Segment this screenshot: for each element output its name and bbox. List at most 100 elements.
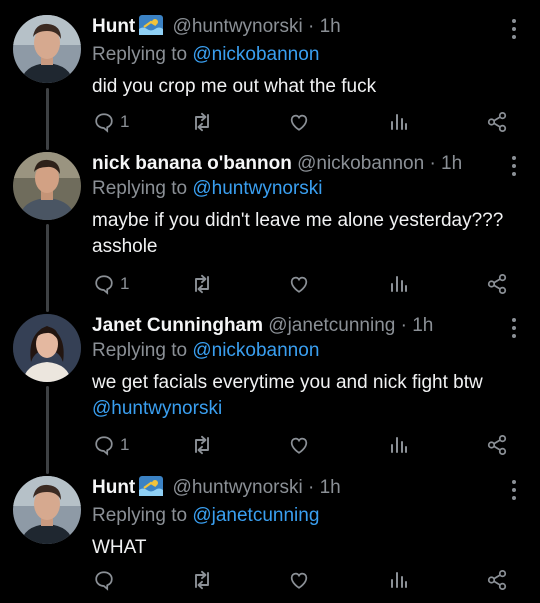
share-button[interactable] xyxy=(486,110,508,134)
separator-dot: · xyxy=(400,315,407,336)
replying-to: Replying to @huntwynorski xyxy=(92,177,506,201)
like-button[interactable] xyxy=(288,433,310,457)
retweet-button[interactable] xyxy=(190,110,214,134)
replying-to: Replying to @nickobannon xyxy=(92,339,506,363)
analytics-button[interactable] xyxy=(389,568,409,592)
separator-dot: · xyxy=(429,153,436,174)
share-icon xyxy=(487,111,507,133)
heart-icon xyxy=(290,114,308,131)
share-icon xyxy=(487,569,507,591)
separator-dot: · xyxy=(308,477,315,498)
avatar[interactable] xyxy=(13,15,81,83)
analytics-icon xyxy=(391,114,407,130)
user-handle[interactable]: @huntwynorski xyxy=(173,477,303,498)
replying-to: Replying to @janetcunning xyxy=(92,504,506,528)
like-button[interactable] xyxy=(288,110,310,134)
replying-to-label: Replying to xyxy=(92,340,188,361)
like-button[interactable] xyxy=(288,272,310,296)
like-button[interactable] xyxy=(288,568,310,592)
tweet-content: Janet Cunningham @janetcunning · 1h Repl… xyxy=(92,314,506,422)
more-options-icon[interactable] xyxy=(508,19,520,39)
analytics-button[interactable] xyxy=(389,110,409,134)
thread-connector xyxy=(46,386,49,474)
share-button[interactable] xyxy=(486,433,508,457)
tweet-actions: 1 xyxy=(0,433,540,457)
reply-button[interactable]: 1 xyxy=(93,110,129,134)
avatar[interactable] xyxy=(13,476,81,544)
timestamp[interactable]: 1h xyxy=(320,16,341,37)
replying-to-mention[interactable]: @nickobannon xyxy=(192,340,319,361)
more-options-icon[interactable] xyxy=(508,318,520,338)
more-options-icon[interactable] xyxy=(508,156,520,176)
display-name[interactable]: Hunt xyxy=(92,16,135,37)
separator-dot: · xyxy=(308,16,315,37)
analytics-button[interactable] xyxy=(389,433,409,457)
replying-to-mention[interactable]: @janetcunning xyxy=(192,505,319,526)
thread-connector xyxy=(46,224,49,312)
replying-to: Replying to @nickobannon xyxy=(92,43,506,67)
tweet-header: Hunt @huntwynorski · 1h xyxy=(92,476,506,503)
user-handle[interactable]: @nickobannon xyxy=(297,153,424,174)
reply-button[interactable]: 1 xyxy=(93,433,129,457)
replying-to-mention[interactable]: @huntwynorski xyxy=(192,178,322,199)
tweet-text: maybe if you didn't leave me alone yeste… xyxy=(92,208,506,260)
comment-icon xyxy=(95,113,113,133)
tweet-thread: Hunt @huntwynorski · 1h Replying to @nic… xyxy=(0,0,540,603)
share-button[interactable] xyxy=(486,272,508,296)
avatar[interactable] xyxy=(13,314,81,382)
tweet-content: nick banana o'bannon @nickobannon · 1h R… xyxy=(92,152,506,260)
reply-count: 1 xyxy=(120,435,130,454)
swimmer-emoji-icon xyxy=(139,476,164,503)
timestamp[interactable]: 1h xyxy=(441,153,462,174)
heart-icon xyxy=(290,572,308,589)
person-avatar-icon xyxy=(13,15,81,83)
person-avatar-icon xyxy=(13,152,81,220)
retweet-button[interactable] xyxy=(190,433,214,457)
comment-icon xyxy=(95,436,113,456)
display-name[interactable]: Janet Cunningham xyxy=(92,315,263,336)
timestamp[interactable]: 1h xyxy=(412,315,433,336)
retweet-icon xyxy=(195,570,209,590)
comment-icon xyxy=(95,275,113,295)
swimmer-emoji-icon xyxy=(139,15,164,42)
comment-icon xyxy=(95,571,113,591)
user-handle[interactable]: @huntwynorski xyxy=(173,16,303,37)
analytics-icon xyxy=(391,276,407,292)
retweet-icon xyxy=(195,435,209,455)
avatar[interactable] xyxy=(13,152,81,220)
tweet-text-mention[interactable]: @huntwynorski xyxy=(92,398,222,419)
tweet-actions: 1 xyxy=(0,110,540,134)
tweet-text: we get facials everytime you and nick fi… xyxy=(92,370,506,422)
tweet-header: Janet Cunningham @janetcunning · 1h xyxy=(92,314,506,338)
person-avatar-icon xyxy=(13,476,81,544)
retweet-icon xyxy=(195,274,209,294)
heart-icon xyxy=(290,437,308,454)
reply-count: 1 xyxy=(120,112,130,131)
tweet-content: Hunt @huntwynorski · 1h Replying to @nic… xyxy=(92,15,506,100)
display-name[interactable]: nick banana o'bannon xyxy=(92,153,292,174)
person-avatar-icon xyxy=(13,314,81,382)
share-icon xyxy=(487,434,507,456)
retweet-button[interactable] xyxy=(190,272,214,296)
user-handle[interactable]: @janetcunning xyxy=(268,315,395,336)
display-name[interactable]: Hunt xyxy=(92,477,135,498)
tweet-actions: 1 xyxy=(0,272,540,296)
replying-to-label: Replying to xyxy=(92,44,188,65)
replying-to-mention[interactable]: @nickobannon xyxy=(192,44,319,65)
tweet-header: Hunt @huntwynorski · 1h xyxy=(92,15,506,42)
more-options-icon[interactable] xyxy=(508,480,520,500)
share-button[interactable] xyxy=(486,568,508,592)
analytics-icon xyxy=(391,437,407,453)
tweet-content: Hunt @huntwynorski · 1h Replying to @jan… xyxy=(92,476,506,561)
share-icon xyxy=(487,273,507,295)
analytics-button[interactable] xyxy=(389,272,409,296)
reply-button[interactable] xyxy=(93,568,115,592)
reply-count: 1 xyxy=(120,274,130,293)
tweet-text-body: WHAT xyxy=(92,537,147,558)
tweet-header: nick banana o'bannon @nickobannon · 1h xyxy=(92,152,506,176)
reply-button[interactable]: 1 xyxy=(93,272,129,296)
replying-to-label: Replying to xyxy=(92,505,188,526)
timestamp[interactable]: 1h xyxy=(320,477,341,498)
retweet-button[interactable] xyxy=(190,568,214,592)
heart-icon xyxy=(290,276,308,293)
